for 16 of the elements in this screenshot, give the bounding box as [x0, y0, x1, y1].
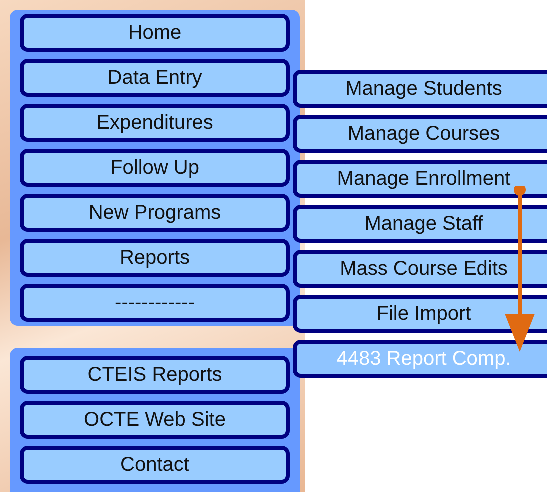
- menu-item[interactable]: New Programs: [20, 194, 290, 232]
- submenu-item[interactable]: Manage Courses: [293, 115, 547, 153]
- menu-item[interactable]: Contact: [20, 446, 290, 484]
- submenu-item[interactable]: Mass Course Edits: [293, 250, 547, 288]
- submenu-item[interactable]: Manage Students: [293, 70, 547, 108]
- menu-item[interactable]: Expenditures: [20, 104, 290, 142]
- submenu-item[interactable]: Manage Staff: [293, 205, 547, 243]
- menu-item[interactable]: Home: [20, 14, 290, 52]
- menu-item[interactable]: CTEIS Reports: [20, 356, 290, 394]
- submenu-item[interactable]: File Import: [293, 295, 547, 333]
- menu-item[interactable]: ------------: [20, 284, 290, 322]
- submenu-item[interactable]: Manage Enrollment: [293, 160, 547, 198]
- menu-item[interactable]: Follow Up: [20, 149, 290, 187]
- menu-item[interactable]: Reports: [20, 239, 290, 277]
- menu-item[interactable]: OCTE Web Site: [20, 401, 290, 439]
- menu-item[interactable]: Data Entry: [20, 59, 290, 97]
